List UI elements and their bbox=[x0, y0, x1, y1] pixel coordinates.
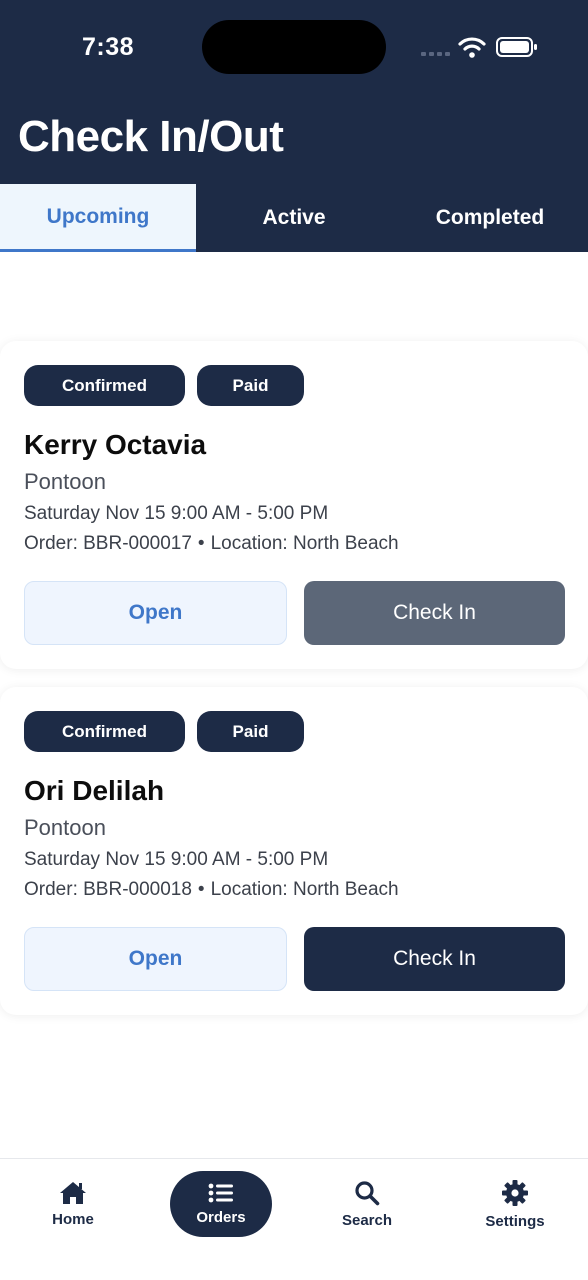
separator-dot: • bbox=[197, 533, 205, 554]
vessel-type: Pontoon bbox=[24, 815, 106, 840]
screen: 7:38 Check In/Out Upcoming Active Comple… bbox=[0, 0, 588, 1280]
order-number: Order: BBR-000018 bbox=[24, 879, 192, 900]
status-badge-confirmed: Confirmed bbox=[24, 365, 185, 406]
gear-icon bbox=[502, 1179, 528, 1206]
booking-card: Confirmed Paid Ori Delilah Pontoon Satur… bbox=[0, 687, 588, 1015]
booking-card: Confirmed Paid Kerry Octavia Pontoon Sat… bbox=[0, 341, 588, 669]
bottom-nav: Home Orders Search Settings bbox=[0, 1158, 588, 1280]
order-number: Order: BBR-000017 bbox=[24, 533, 192, 554]
status-time: 7:38 bbox=[82, 33, 135, 61]
location-text: Location: North Beach bbox=[210, 533, 399, 554]
order-location-line: Order: BBR-000017 • Location: North Beach bbox=[24, 533, 399, 555]
booking-list: Confirmed Paid Kerry Octavia Pontoon Sat… bbox=[0, 252, 588, 1158]
dynamic-island bbox=[202, 20, 386, 74]
status-badge-paid: Paid bbox=[197, 365, 304, 406]
schedule-text: Saturday Nov 15 9:00 AM - 5:00 PM bbox=[24, 849, 329, 870]
badge-group: Confirmed Paid bbox=[24, 365, 304, 406]
nav-label-search: Search bbox=[341, 1211, 393, 1229]
list-icon bbox=[208, 1183, 233, 1202]
nav-label-orders: Orders bbox=[196, 1208, 246, 1226]
nav-label-settings: Settings bbox=[485, 1212, 545, 1230]
nav-item-settings[interactable]: Settings bbox=[464, 1171, 566, 1237]
nav-item-orders[interactable]: Orders bbox=[170, 1171, 272, 1237]
order-location-line: Order: BBR-000018 • Location: North Beach bbox=[24, 879, 399, 901]
battery-icon bbox=[496, 37, 537, 57]
schedule-text: Saturday Nov 15 9:00 AM - 5:00 PM bbox=[24, 503, 329, 524]
header: 7:38 Check In/Out Upcoming Active Comple… bbox=[0, 0, 588, 252]
check-in-button[interactable]: Check In bbox=[304, 927, 565, 991]
tab-upcoming[interactable]: Upcoming bbox=[0, 184, 196, 252]
nav-item-search[interactable]: Search bbox=[316, 1171, 418, 1237]
location-text: Location: North Beach bbox=[210, 879, 399, 900]
cellular-signal-icon bbox=[421, 52, 450, 56]
search-icon bbox=[355, 1180, 380, 1205]
status-bar: 7:38 bbox=[0, 0, 588, 95]
nav-item-home[interactable]: Home bbox=[22, 1171, 124, 1237]
status-badge-confirmed: Confirmed bbox=[24, 711, 185, 752]
customer-name: Kerry Octavia bbox=[24, 429, 207, 460]
tab-active[interactable]: Active bbox=[196, 184, 392, 252]
customer-name: Ori Delilah bbox=[24, 775, 165, 806]
open-button[interactable]: Open bbox=[24, 581, 287, 645]
tab-completed[interactable]: Completed bbox=[392, 184, 588, 252]
separator-dot: • bbox=[197, 879, 205, 900]
status-badge-paid: Paid bbox=[197, 711, 304, 752]
badge-group: Confirmed Paid bbox=[24, 711, 304, 752]
vessel-type: Pontoon bbox=[24, 469, 106, 494]
wifi-icon bbox=[458, 37, 486, 58]
open-button[interactable]: Open bbox=[24, 927, 287, 991]
tab-bar: Upcoming Active Completed bbox=[0, 184, 588, 252]
home-icon bbox=[60, 1181, 86, 1204]
check-in-button[interactable]: Check In bbox=[304, 581, 565, 645]
page-title: Check In/Out bbox=[18, 112, 284, 161]
nav-label-home: Home bbox=[52, 1210, 94, 1228]
